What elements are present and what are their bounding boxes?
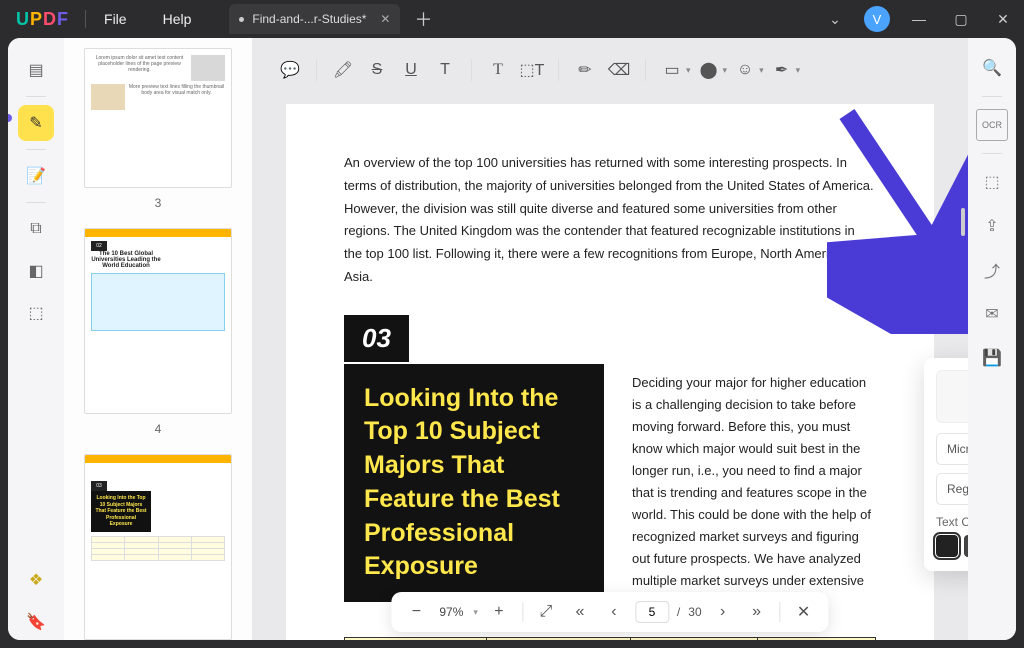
- pencil-icon[interactable]: ✏: [569, 54, 601, 86]
- text-tool-icon[interactable]: T: [482, 54, 514, 86]
- swatch-black[interactable]: [936, 535, 958, 557]
- next-page-button[interactable]: ›: [710, 599, 736, 625]
- underline-icon[interactable]: U: [395, 54, 427, 86]
- section-heading: Looking Into the Top 10 Subject Majors T…: [344, 364, 604, 603]
- col-median: Median Starting Salary: [631, 637, 758, 640]
- page-area: 💬 🖍 S U T T ⬚T ✏ ⌫ ▭▾ ⬤▾ ☺▾ ✒▾ An overvi…: [252, 38, 968, 640]
- layers-icon[interactable]: ❖: [18, 562, 54, 598]
- side-paragraph: Deciding your major for higher education…: [632, 362, 876, 615]
- col-salary: Mid-Career Salary (Yearly): [487, 637, 631, 640]
- right-toolbar: 🔍 OCR ⬚ ⇪ ⤴ ✉ 💾: [968, 38, 1016, 640]
- zoom-value[interactable]: 97%: [437, 605, 465, 619]
- page-nav-bar: − 97%▾ + ⤢ « ‹ / 30 › » ✕: [391, 592, 828, 632]
- sticker-icon[interactable]: ☺: [729, 54, 761, 86]
- fit-page-button[interactable]: ⤢: [533, 599, 559, 625]
- app-logo: UPDF: [0, 9, 85, 30]
- window-minimize-button[interactable]: —: [898, 0, 940, 38]
- font-weight-select[interactable]: Regular▾: [936, 473, 968, 505]
- majors-table: Major Mid-Career Salary (Yearly) Median …: [344, 637, 876, 640]
- squiggly-icon[interactable]: T: [429, 54, 461, 86]
- zoom-out-button[interactable]: −: [403, 599, 429, 625]
- stamp-icon[interactable]: ⬤: [693, 54, 725, 86]
- window-maximize-button[interactable]: ▢: [940, 0, 982, 38]
- thumbnail-4-number: 4: [155, 422, 162, 436]
- page-sep: /: [677, 605, 680, 619]
- tab-modified-dot: [239, 17, 244, 22]
- left-toolbar: ▤ ✎ 📝 ⧉ ◧ ⬚ ❖ 🔖: [8, 38, 64, 640]
- reader-mode-icon[interactable]: ▤: [18, 52, 54, 88]
- first-page-button[interactable]: «: [567, 599, 593, 625]
- comment-icon[interactable]: 💬: [274, 54, 306, 86]
- strikethrough-icon[interactable]: S: [361, 54, 393, 86]
- compare-pages-icon[interactable]: ◧: [18, 253, 54, 289]
- export-icon[interactable]: ⇪: [976, 210, 1008, 242]
- titlebar: UPDF File Help Find-and-...r-Studies* ✕ …: [0, 0, 1024, 38]
- signature-icon[interactable]: ✒: [766, 54, 798, 86]
- prev-page-button[interactable]: ‹: [601, 599, 627, 625]
- thumb-5-title: Looking Into the Top 10 Subject Majors T…: [91, 491, 151, 532]
- document-page: An overview of the top 100 universities …: [286, 104, 934, 640]
- new-tab-button[interactable]: ＋: [400, 6, 446, 32]
- thumbnail-3[interactable]: Lorem ipsum dolor sit amet text content …: [82, 48, 234, 212]
- eraser-icon[interactable]: ⌫: [603, 54, 635, 86]
- last-page-button[interactable]: »: [744, 599, 770, 625]
- page-total: 30: [688, 605, 701, 619]
- search-icon[interactable]: 🔍: [976, 52, 1008, 84]
- thumbnail-4[interactable]: 02 The 10 Best Global Universities Leadi…: [82, 228, 234, 438]
- thumb-5-badge: 03: [91, 481, 107, 491]
- menu-help[interactable]: Help: [145, 11, 210, 27]
- annotation-toolbar: 💬 🖍 S U T T ⬚T ✏ ⌫ ▭▾ ⬤▾ ☺▾ ✒▾: [266, 48, 954, 92]
- tab-label: Find-and-...r-Studies*: [252, 12, 366, 26]
- highlighter-icon[interactable]: 🖍: [327, 54, 359, 86]
- tab-close-icon[interactable]: ✕: [380, 12, 390, 26]
- document-tab[interactable]: Find-and-...r-Studies* ✕: [229, 4, 400, 34]
- bookmark-icon[interactable]: 🔖: [18, 604, 54, 640]
- intro-paragraph: An overview of the top 100 universities …: [344, 152, 876, 289]
- redact-icon[interactable]: ⬚: [18, 295, 54, 331]
- thumbnail-3-number: 3: [155, 196, 162, 210]
- thumb-4-badge: 02: [91, 241, 107, 251]
- text-properties-popover: ▭Style AaFont Microsoft YaHei▾ Regular▾ …: [924, 358, 968, 571]
- thumb-4-title: The 10 Best Global Universities Leading …: [91, 251, 161, 269]
- save-icon[interactable]: 💾: [976, 342, 1008, 374]
- thumbnail-panel: Lorem ipsum dolor sit amet text content …: [64, 38, 252, 640]
- workarea: ▤ ✎ 📝 ⧉ ◧ ⬚ ❖ 🔖 Lorem ipsum dolor sit am…: [8, 38, 1016, 640]
- edit-tool-icon[interactable]: 📝: [18, 158, 54, 194]
- highlight-tool-icon[interactable]: ✎: [18, 105, 54, 141]
- email-icon[interactable]: ✉: [976, 298, 1008, 330]
- col-major: Major: [345, 637, 487, 640]
- organize-pages-icon[interactable]: ⧉: [18, 211, 54, 247]
- ocr-icon[interactable]: OCR: [976, 109, 1008, 141]
- share-icon[interactable]: ⤴: [976, 254, 1008, 286]
- section-badge: 03: [344, 315, 409, 362]
- color-swatches: [936, 535, 968, 557]
- zoom-in-button[interactable]: +: [486, 599, 512, 625]
- dropdown-icon[interactable]: ⌄: [814, 0, 856, 38]
- close-bar-button[interactable]: ✕: [791, 599, 817, 625]
- thumbnail-5[interactable]: 03 Looking Into the Top 10 Subject Major…: [82, 454, 234, 640]
- swatch-darkgray[interactable]: [964, 535, 968, 557]
- crop-icon[interactable]: ⬚: [976, 166, 1008, 198]
- style-icon: ▭: [937, 381, 968, 402]
- textbox-tool-icon[interactable]: ⬚T: [516, 54, 548, 86]
- page-number-input[interactable]: [635, 601, 669, 623]
- tab-style[interactable]: ▭Style: [937, 371, 968, 422]
- user-avatar[interactable]: V: [864, 6, 890, 32]
- font-family-select[interactable]: Microsoft YaHei▾: [936, 433, 968, 465]
- shape-rect-icon[interactable]: ▭: [656, 54, 688, 86]
- scrollbar-thumb[interactable]: [961, 208, 965, 236]
- col-unemp: Unemployment Rate: [758, 637, 876, 640]
- text-color-label: Text Color: [936, 515, 968, 529]
- window-close-button[interactable]: ✕: [982, 0, 1024, 38]
- menu-file[interactable]: File: [86, 11, 145, 27]
